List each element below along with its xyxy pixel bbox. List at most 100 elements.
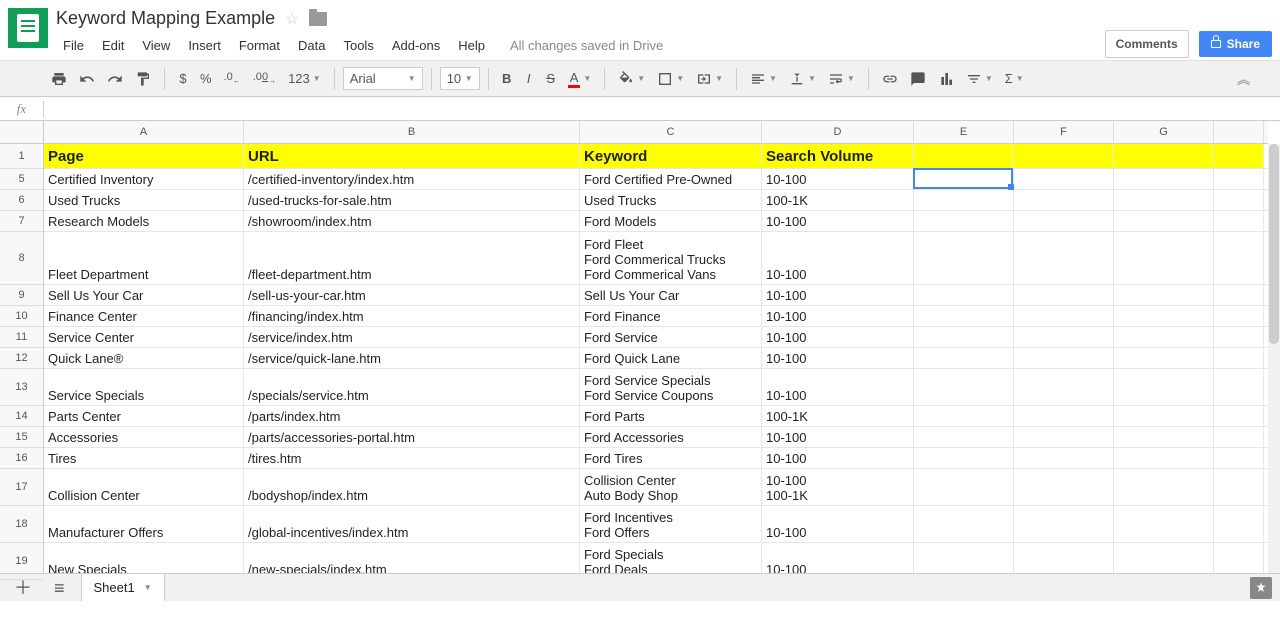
- column-header[interactable]: C: [580, 121, 762, 143]
- cell[interactable]: [1114, 285, 1214, 305]
- row-header[interactable]: 13: [0, 369, 43, 406]
- sheet-tab-menu-icon[interactable]: ▼: [144, 583, 152, 592]
- cell[interactable]: Collision Center Auto Body Shop: [580, 469, 762, 505]
- cell[interactable]: Sell Us Your Car: [44, 285, 244, 305]
- cell[interactable]: Ford Incentives Ford Offers: [580, 506, 762, 542]
- all-sheets-button[interactable]: ≡: [48, 577, 71, 599]
- cell[interactable]: Service Specials: [44, 369, 244, 405]
- cell[interactable]: [1214, 448, 1264, 468]
- cell[interactable]: /fleet-department.htm: [244, 232, 580, 284]
- cell[interactable]: [914, 169, 1014, 189]
- cell[interactable]: Quick Lane®: [44, 348, 244, 368]
- cell[interactable]: Parts Center: [44, 406, 244, 426]
- cell[interactable]: [1214, 285, 1264, 305]
- functions-button[interactable]: Σ▼: [1000, 67, 1029, 90]
- row-header[interactable]: 7: [0, 211, 43, 232]
- row-header[interactable]: 17: [0, 469, 43, 506]
- strikethrough-button[interactable]: S: [541, 67, 561, 90]
- cell[interactable]: /financing/index.htm: [244, 306, 580, 326]
- sheet-tab[interactable]: Sheet1▼: [81, 573, 165, 601]
- row-header[interactable]: 10: [0, 306, 43, 327]
- cell[interactable]: [1014, 211, 1114, 231]
- cell[interactable]: [1114, 448, 1214, 468]
- valign-button[interactable]: ▼: [784, 67, 821, 91]
- cell[interactable]: 10-100: [762, 506, 914, 542]
- column-header[interactable]: D: [762, 121, 914, 143]
- cell[interactable]: Ford Certified Pre-Owned: [580, 169, 762, 189]
- cell[interactable]: [914, 369, 1014, 405]
- borders-button[interactable]: ▼: [652, 67, 689, 91]
- cell[interactable]: [1214, 369, 1264, 405]
- menu-view[interactable]: View: [135, 35, 177, 56]
- text-color-button[interactable]: A▼: [563, 66, 597, 92]
- cell[interactable]: [1014, 448, 1114, 468]
- cell[interactable]: [1014, 190, 1114, 210]
- cell[interactable]: 10-100: [762, 348, 914, 368]
- cell[interactable]: /parts/accessories-portal.htm: [244, 427, 580, 447]
- cell[interactable]: [1014, 469, 1114, 505]
- comments-button[interactable]: Comments: [1105, 30, 1189, 58]
- menu-file[interactable]: File: [56, 35, 91, 56]
- comment-button[interactable]: [905, 67, 931, 91]
- collapse-toolbar-icon[interactable]: ︽: [1237, 69, 1250, 88]
- cell[interactable]: [1214, 169, 1264, 189]
- chart-button[interactable]: [933, 67, 959, 91]
- cells-area[interactable]: PageURLKeywordSearch VolumeCertified Inv…: [44, 144, 1268, 573]
- cell[interactable]: /certified-inventory/index.htm: [244, 169, 580, 189]
- font-select[interactable]: Arial▼: [343, 67, 423, 90]
- cell[interactable]: /used-trucks-for-sale.htm: [244, 190, 580, 210]
- cell[interactable]: [1114, 306, 1214, 326]
- cell[interactable]: [1014, 327, 1114, 347]
- cell[interactable]: [1014, 406, 1114, 426]
- number-format[interactable]: 123▼: [283, 67, 326, 90]
- filter-button[interactable]: ▼: [961, 67, 998, 91]
- italic-button[interactable]: I: [519, 67, 539, 90]
- decrease-decimal[interactable]: .0←: [219, 67, 246, 89]
- increase-decimal[interactable]: .00→: [248, 67, 281, 89]
- cell[interactable]: [1114, 144, 1214, 168]
- row-header[interactable]: 12: [0, 348, 43, 369]
- row-header[interactable]: 18: [0, 506, 43, 543]
- cell[interactable]: Accessories: [44, 427, 244, 447]
- cell[interactable]: Ford Fleet Ford Commerical Trucks Ford C…: [580, 232, 762, 284]
- cell[interactable]: /specials/service.htm: [244, 369, 580, 405]
- menu-data[interactable]: Data: [291, 35, 332, 56]
- column-header[interactable]: A: [44, 121, 244, 143]
- cell[interactable]: /new-specials/index.htm: [244, 543, 580, 573]
- vertical-scrollbar[interactable]: [1268, 144, 1280, 573]
- cell[interactable]: Sell Us Your Car: [580, 285, 762, 305]
- column-header[interactable]: G: [1114, 121, 1214, 143]
- cell[interactable]: [1014, 369, 1114, 405]
- cell[interactable]: Finance Center: [44, 306, 244, 326]
- menu-help[interactable]: Help: [451, 35, 492, 56]
- cell[interactable]: [914, 406, 1014, 426]
- cell[interactable]: New Specials: [44, 543, 244, 573]
- row-header[interactable]: 19: [0, 543, 43, 580]
- cell[interactable]: [1014, 285, 1114, 305]
- cell[interactable]: [1214, 211, 1264, 231]
- menu-tools[interactable]: Tools: [336, 35, 380, 56]
- cell[interactable]: [914, 543, 1014, 573]
- cell[interactable]: Keyword: [580, 144, 762, 168]
- fill-color-button[interactable]: ▼: [613, 67, 650, 91]
- row-header[interactable]: 5: [0, 169, 43, 190]
- cell[interactable]: /sell-us-your-car.htm: [244, 285, 580, 305]
- cell[interactable]: [1114, 211, 1214, 231]
- cell[interactable]: /service/quick-lane.htm: [244, 348, 580, 368]
- cell[interactable]: [1014, 427, 1114, 447]
- cell[interactable]: [1214, 306, 1264, 326]
- explore-button[interactable]: [1250, 577, 1272, 599]
- cell[interactable]: [914, 211, 1014, 231]
- cell[interactable]: Ford Accessories: [580, 427, 762, 447]
- link-button[interactable]: [877, 67, 903, 91]
- cell[interactable]: [1214, 190, 1264, 210]
- cell[interactable]: [1114, 369, 1214, 405]
- cell[interactable]: Ford Models: [580, 211, 762, 231]
- cell[interactable]: /service/index.htm: [244, 327, 580, 347]
- cell[interactable]: Page: [44, 144, 244, 168]
- cell[interactable]: 10-100: [762, 232, 914, 284]
- share-button[interactable]: Share: [1199, 31, 1272, 57]
- cell[interactable]: Collision Center: [44, 469, 244, 505]
- cell[interactable]: [1014, 506, 1114, 542]
- cell[interactable]: /bodyshop/index.htm: [244, 469, 580, 505]
